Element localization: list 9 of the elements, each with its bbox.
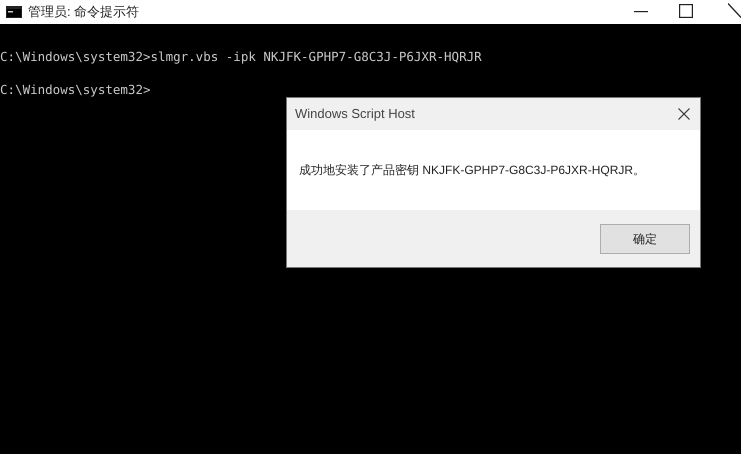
console-line: C:\Windows\system32>slmgr.vbs -ipk NKJFK-GPHP7-G8C3J-P6JXR-HQRJR	[0, 49, 482, 65]
dialog-title: Windows Script Host	[295, 105, 415, 124]
minimize-icon[interactable]	[634, 11, 648, 13]
console-line: C:\Windows\system32>	[0, 82, 151, 98]
ok-button[interactable]: 确定	[600, 224, 690, 254]
window-title: 管理员: 命令提示符	[28, 3, 140, 22]
console-app-icon	[6, 6, 22, 18]
maximize-icon[interactable]	[679, 4, 693, 18]
dialog-message: 成功地安装了产品密钥 NKJFK-GPHP7-G8C3J-P6JXR-HQRJR。	[299, 162, 646, 179]
